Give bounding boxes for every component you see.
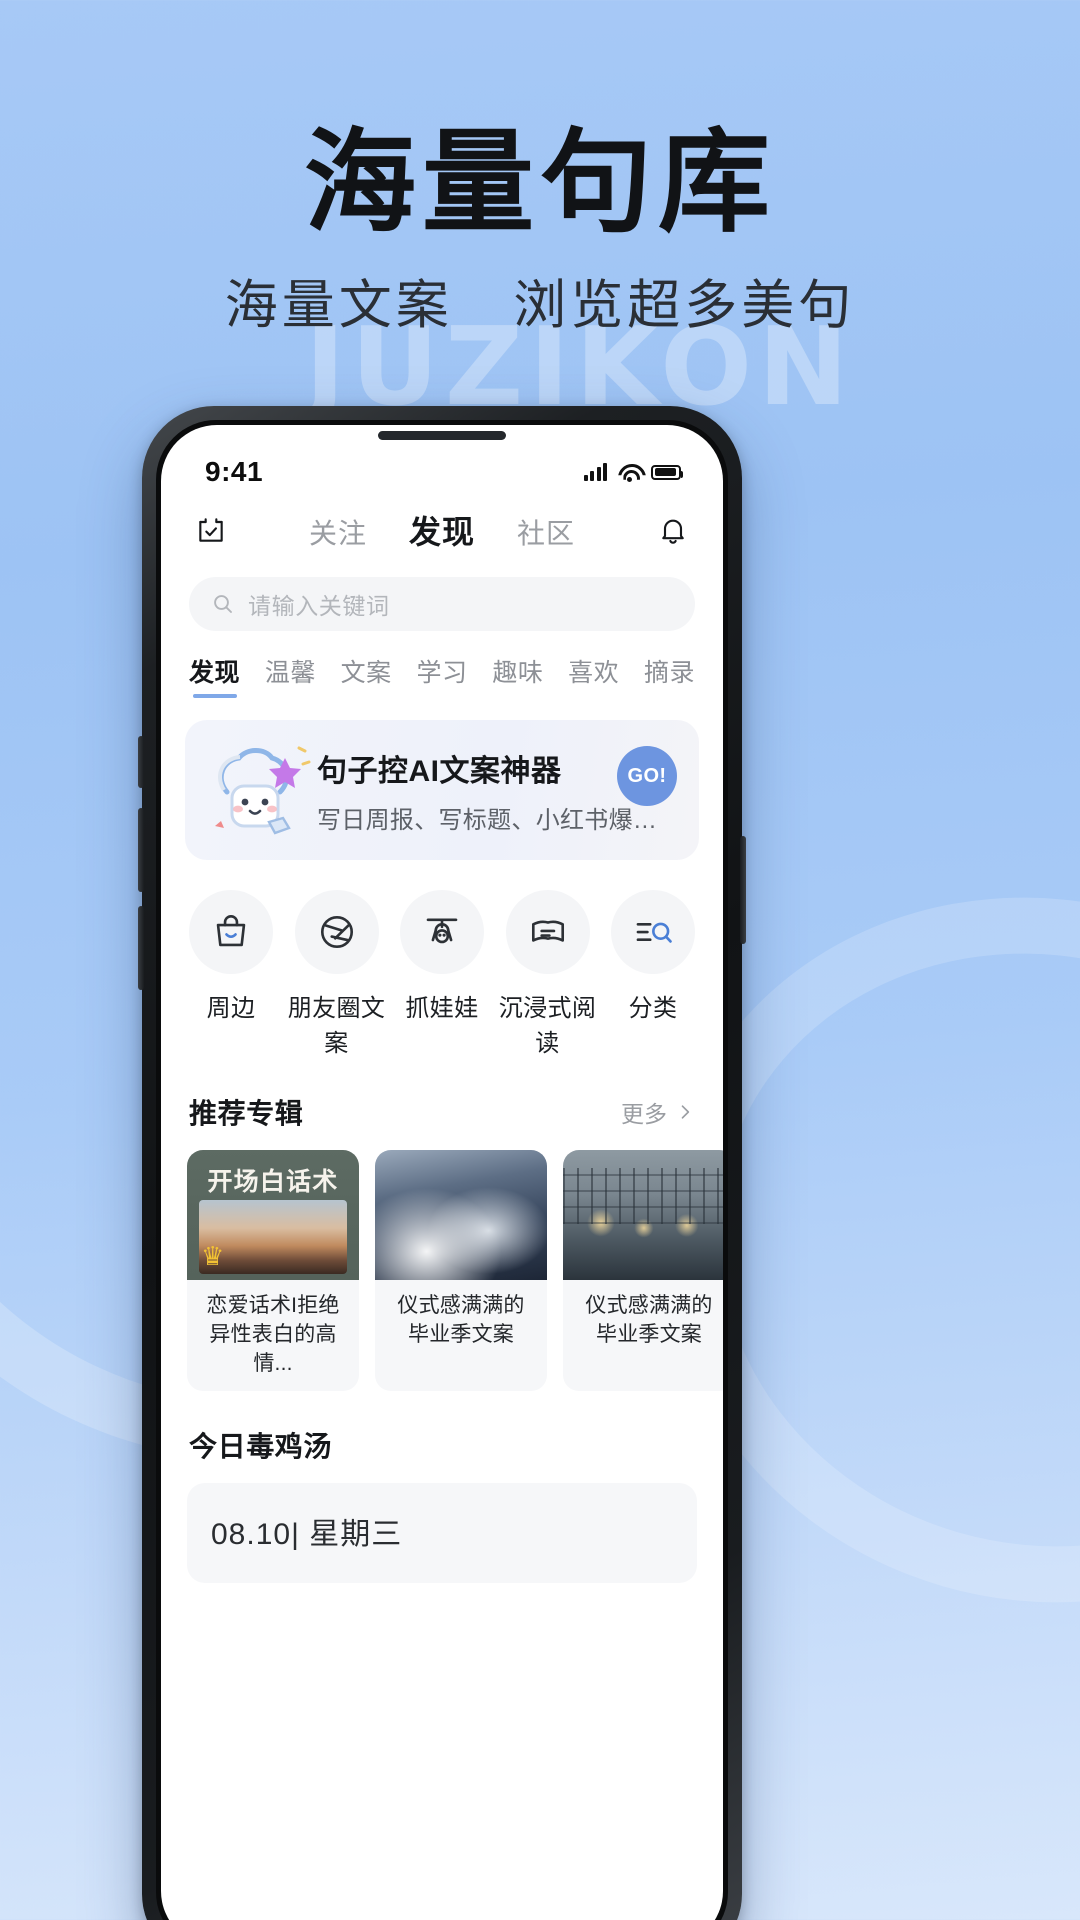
phone-speaker-grille bbox=[378, 431, 506, 440]
chip-faxian[interactable]: 发现 bbox=[189, 653, 240, 698]
album-caption: 恋爱话术I拒绝异性表白的高情... bbox=[206, 1294, 340, 1375]
album-card[interactable]: 开场白话术 ♛ 恋爱话术I拒绝异性表白的高情... bbox=[187, 1150, 359, 1391]
chip-zhailu[interactable]: 摘录 bbox=[644, 653, 695, 698]
tab-faxian[interactable]: 发现 bbox=[409, 507, 475, 553]
category-chip-row: 发现 温馨 文案 学习 趣味 喜欢 摘录 bbox=[161, 631, 723, 698]
search-icon bbox=[214, 595, 232, 613]
status-icons bbox=[583, 463, 684, 482]
phone-volume-up-button bbox=[138, 808, 144, 892]
wifi-icon bbox=[618, 464, 640, 482]
checklist-icon[interactable] bbox=[191, 510, 231, 550]
soup-card[interactable]: 08.10| 星期三 bbox=[187, 1482, 697, 1583]
more-button[interactable]: 更多 bbox=[621, 1095, 695, 1129]
search-bar[interactable]: 请输入关键词 bbox=[189, 577, 695, 631]
chevron-right-icon bbox=[681, 1105, 690, 1119]
poster-headline: 海量句库 bbox=[304, 122, 776, 246]
chip-xihuan[interactable]: 喜欢 bbox=[568, 653, 619, 698]
ai-mascot-icon bbox=[199, 734, 311, 846]
battery-icon bbox=[651, 464, 684, 480]
main-tabs: 关注 发现 社区 bbox=[231, 507, 653, 553]
section-title: 推荐专辑 bbox=[189, 1098, 304, 1129]
quick-entry-zhoubian[interactable]: 周边 bbox=[179, 890, 283, 1058]
chip-xuexi[interactable]: 学习 bbox=[416, 653, 467, 698]
search-input[interactable]: 请输入关键词 bbox=[248, 587, 390, 621]
album-caption: 仪式感满满的毕业季文案 bbox=[397, 1294, 525, 1346]
phone-mute-switch bbox=[138, 736, 144, 788]
quick-entry-chenjinshi[interactable]: 沉浸式阅读 bbox=[496, 890, 600, 1058]
cellular-bars-icon bbox=[583, 463, 607, 481]
go-button[interactable]: GO! bbox=[617, 746, 677, 806]
poster-subtitle: 海量文案 浏览超多美句 bbox=[0, 272, 1080, 341]
quick-entry-label: 分类 bbox=[628, 995, 678, 1022]
poster-subtitle-left: 海量文案 bbox=[224, 277, 453, 335]
album-card[interactable]: 仪式感满满的毕业季文案 bbox=[375, 1150, 547, 1391]
top-navigation-bar: 关注 发现 社区 bbox=[161, 499, 723, 561]
album-cover bbox=[563, 1150, 723, 1280]
album-list: 开场白话术 ♛ 恋爱话术I拒绝异性表白的高情... 仪式感满满的毕业季文案 仪式… bbox=[161, 1132, 723, 1391]
album-caption: 仪式感满满的毕业季文案 bbox=[585, 1294, 713, 1346]
album-cover-title: 开场白话术 bbox=[207, 1168, 339, 1196]
quick-entry-fenlei[interactable]: 分类 bbox=[601, 890, 705, 1058]
ai-banner-subtitle: 写日周报、写标题、小红书爆款笔记... bbox=[317, 806, 679, 834]
phone-bezel: 9:41 关注 发现 社区 请输入关键词 发现 温馨 文案 学习 趣味 喜欢 摘… bbox=[156, 420, 728, 1920]
more-label: 更多 bbox=[621, 1101, 667, 1127]
soup-date: 08.10| 星期三 bbox=[211, 1517, 403, 1551]
quick-entry-zhuawawa[interactable]: 抓娃娃 bbox=[390, 890, 494, 1058]
phone-volume-down-button bbox=[138, 906, 144, 990]
reading-icon bbox=[505, 890, 590, 974]
category-search-icon bbox=[611, 890, 695, 974]
chip-wenan[interactable]: 文案 bbox=[341, 653, 392, 698]
quick-entry-row: 周边 朋友圈文案 抓娃娃 沉浸式阅读 分类 bbox=[161, 860, 723, 1058]
quick-entry-label: 抓娃娃 bbox=[405, 995, 479, 1022]
quick-entry-label: 沉浸式阅读 bbox=[498, 995, 597, 1057]
ai-promo-banner[interactable]: 句子控AI文案神器 写日周报、写标题、小红书爆款笔记... GO! bbox=[185, 720, 699, 860]
tab-guanzhu[interactable]: 关注 bbox=[309, 512, 367, 552]
album-cover: 开场白话术 ♛ bbox=[187, 1150, 359, 1280]
bell-icon[interactable] bbox=[653, 510, 693, 550]
poster-subtitle-right: 浏览超多美句 bbox=[513, 277, 856, 335]
phone-power-button bbox=[740, 836, 746, 944]
recommended-section-header: 推荐专辑 更多 bbox=[161, 1058, 723, 1132]
soup-section-title: 今日毒鸡汤 bbox=[189, 1430, 333, 1462]
status-time: 9:41 bbox=[205, 456, 264, 487]
quick-entry-label: 朋友圈文案 bbox=[287, 995, 386, 1057]
tab-shequ[interactable]: 社区 bbox=[517, 512, 575, 552]
bag-icon bbox=[189, 890, 273, 974]
quick-entry-label: 周边 bbox=[206, 995, 256, 1022]
chip-quwei[interactable]: 趣味 bbox=[492, 653, 543, 698]
album-cover bbox=[375, 1150, 547, 1280]
aperture-icon bbox=[294, 890, 379, 974]
claw-machine-icon bbox=[400, 890, 484, 974]
quick-entry-pengyouquan[interactable]: 朋友圈文案 bbox=[285, 890, 389, 1058]
crown-icon: ♛ bbox=[201, 1241, 225, 1271]
album-card[interactable]: 仪式感满满的毕业季文案 bbox=[563, 1150, 723, 1391]
phone-mockup: 9:41 关注 发现 社区 请输入关键词 发现 温馨 文案 学习 趣味 喜欢 摘… bbox=[138, 406, 746, 1920]
chip-wenxin[interactable]: 温馨 bbox=[265, 653, 316, 698]
phone-screen: 9:41 关注 发现 社区 请输入关键词 发现 温馨 文案 学习 趣味 喜欢 摘… bbox=[161, 425, 723, 1920]
